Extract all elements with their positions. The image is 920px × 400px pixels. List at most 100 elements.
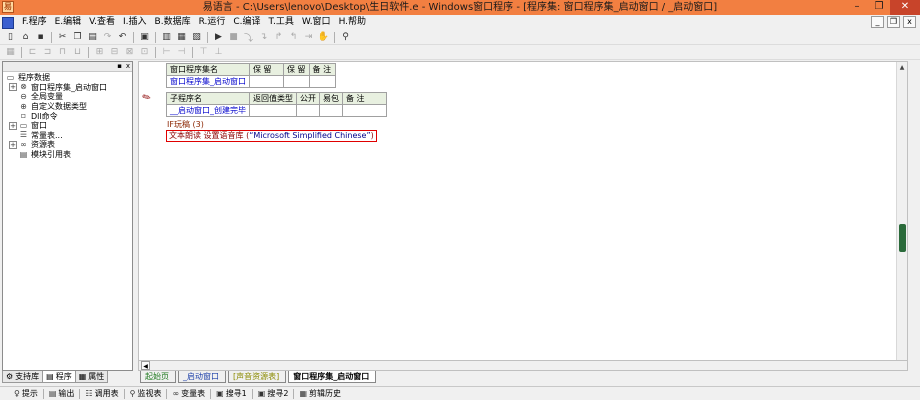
bottom-divider [123, 388, 125, 399]
step-out-icon[interactable]: ↱ [272, 31, 285, 43]
menu-insert[interactable]: I.插入 [119, 16, 151, 29]
layout-two-icon[interactable]: ▦ [175, 31, 188, 43]
tab-start-page[interactable]: 起始页 [140, 371, 176, 383]
align-top-icon[interactable]: ⊓ [56, 46, 69, 58]
menu-view[interactable]: V.查看 [85, 16, 119, 29]
tab-sound-resources[interactable]: [声音资源表] [228, 371, 287, 383]
cut-icon[interactable]: ✂ [56, 31, 69, 43]
new-file-icon[interactable]: ▯ [4, 31, 17, 43]
step-back-icon[interactable]: ↰ [287, 31, 300, 43]
minimize-button[interactable]: – [846, 0, 868, 15]
bottom-tab-hint[interactable]: ♀ 提示 [14, 388, 38, 399]
tab-program[interactable]: ▤ 程序 [42, 371, 76, 383]
code-line-error[interactable]: 文本朗读 设置语音库 (“Microsoft Simplified Chines… [166, 130, 377, 142]
order-front-icon[interactable]: ⊤ [197, 46, 210, 58]
table-cell[interactable] [249, 75, 284, 88]
stop-icon[interactable]: ■ [227, 31, 240, 43]
menu-edit[interactable]: E.编辑 [51, 16, 86, 29]
search-binoculars-icon[interactable]: ⚲ [339, 31, 352, 43]
expand-icon[interactable]: + [9, 83, 17, 92]
find-icon[interactable]: ▣ [138, 31, 151, 43]
bottom-tab-search2[interactable]: ▣ 搜寻2 [258, 388, 289, 399]
tab-startup-window[interactable]: _启动窗口 [178, 371, 226, 383]
tab-support-library[interactable]: ⚙ 支持库 [2, 371, 44, 383]
tree-item-dll[interactable]: ▫ Dll命令 [3, 111, 132, 121]
menu-tools[interactable]: T.工具 [265, 16, 298, 29]
open-file-icon[interactable]: ⌂ [19, 31, 32, 43]
tree-item-windows[interactable]: + ▭ 窗口 [3, 121, 132, 131]
step-over-icon[interactable]: ↴ [257, 31, 270, 43]
expand-icon[interactable]: + [9, 140, 17, 149]
order-back-icon[interactable]: ⊥ [212, 46, 225, 58]
folder-icon: ▭ [6, 72, 15, 82]
horizontal-scrollbar[interactable]: ◀ [138, 361, 908, 371]
copy-icon[interactable]: ❐ [71, 31, 84, 43]
tree-item-module-refs[interactable]: ▤ 模块引用表 [3, 150, 132, 160]
table-cell[interactable] [342, 104, 387, 117]
bottom-tab-variables[interactable]: ∞ 变量表 [172, 388, 205, 399]
align-center-icon[interactable]: ⊐ [41, 46, 54, 58]
center-horizontal-icon[interactable]: ⊢ [160, 46, 173, 58]
scroll-up-icon[interactable]: ▲ [897, 62, 907, 73]
code-editor[interactable]: ✎ 窗口程序集名 保 留 保 留 备 注 窗口程序集_启动窗口 子程序名 返回值… [138, 61, 908, 361]
space-horizontal-icon[interactable]: ⊡ [138, 46, 151, 58]
center-vertical-icon[interactable]: ⊣ [175, 46, 188, 58]
vertical-scrollbar[interactable]: ▲ [896, 62, 907, 360]
menu-window[interactable]: W.窗口 [298, 16, 335, 29]
menu-program[interactable]: F.程序 [18, 16, 51, 29]
same-height-icon[interactable]: ⊟ [108, 46, 121, 58]
layout-three-icon[interactable]: ▧ [190, 31, 203, 43]
mdi-close-button[interactable]: x [903, 16, 916, 28]
pin-icon[interactable]: ▪ [117, 62, 122, 71]
panel-close-icon[interactable]: x [126, 62, 130, 71]
run-icon[interactable]: ▶ [212, 31, 225, 43]
tree-item-constants[interactable]: ☰ 常量表... [3, 131, 132, 141]
save-icon[interactable]: ▪ [34, 31, 47, 43]
document-icon[interactable] [2, 16, 14, 29]
menu-database[interactable]: B.数据库 [151, 16, 195, 29]
step-into-icon[interactable]: ⤵ [242, 31, 255, 44]
table-cell[interactable] [319, 104, 343, 117]
table-cell[interactable]: __启动窗口_创建完毕 [166, 104, 250, 117]
expand-icon[interactable]: + [9, 121, 17, 130]
align-left-icon[interactable]: ⊏ [26, 46, 39, 58]
scroll-thumb[interactable] [899, 224, 906, 252]
mdi-restore-button[interactable]: ❐ [887, 16, 900, 28]
bottom-divider [42, 388, 44, 399]
undo-icon[interactable]: ↶ [116, 31, 129, 43]
tree-item-assembly[interactable]: + ⊗ 窗口程序集_启动窗口 [3, 83, 132, 93]
menu-run[interactable]: R.运行 [195, 16, 230, 29]
bottom-tab-clipboard[interactable]: ▦ 剪辑历史 [299, 388, 341, 399]
table-cell[interactable] [296, 104, 320, 117]
hand-icon[interactable]: ✋ [317, 31, 330, 43]
tab-assembly[interactable]: 窗口程序集_启动窗口 [288, 371, 377, 383]
redo-icon[interactable]: ↷ [101, 31, 114, 43]
grid-icon[interactable]: ▦ [4, 46, 17, 58]
align-middle-icon[interactable]: ⊔ [71, 46, 84, 58]
menu-help[interactable]: H.帮助 [335, 16, 370, 29]
mdi-minimize-button[interactable]: _ [871, 16, 884, 28]
subroutine-table: 子程序名 返回值类型 公开 易包 备 注 __启动窗口_创建完毕 [166, 92, 387, 117]
editor-gutter: ✎ [139, 62, 161, 360]
table-cell[interactable] [283, 75, 310, 88]
table-cell[interactable]: 窗口程序集_启动窗口 [166, 75, 250, 88]
table-cell[interactable] [249, 104, 297, 117]
same-width-icon[interactable]: ⊞ [93, 46, 106, 58]
close-button[interactable]: ✕ [890, 0, 920, 15]
bottom-tab-search1[interactable]: ▣ 搜寻1 [216, 388, 247, 399]
scroll-left-icon[interactable]: ◀ [141, 361, 150, 370]
paste-icon[interactable]: ▤ [86, 31, 99, 43]
tree-item-datatypes[interactable]: ⊕ 自定义数据类型 [3, 102, 132, 112]
menu-compile[interactable]: C.编译 [229, 16, 264, 29]
same-size-icon[interactable]: ⊠ [123, 46, 136, 58]
bottom-tab-calltable[interactable]: ☷ 调用表 [85, 388, 118, 399]
layout-one-icon[interactable]: ▥ [160, 31, 173, 43]
table-cell[interactable] [308, 75, 336, 88]
run-to-cursor-icon[interactable]: ⇥ [302, 31, 315, 43]
code-line[interactable]: IF玩稿 (3) [167, 119, 204, 130]
tab-properties[interactable]: ▦ 属性 [74, 371, 109, 383]
table-header-row: 窗口程序集名 保 留 保 留 备 注 [166, 63, 336, 76]
bottom-tab-output[interactable]: ▤ 输出 [49, 388, 75, 399]
restore-button[interactable]: ❐ [868, 0, 890, 15]
bottom-tab-watch[interactable]: ⚲ 监视表 [130, 388, 162, 399]
